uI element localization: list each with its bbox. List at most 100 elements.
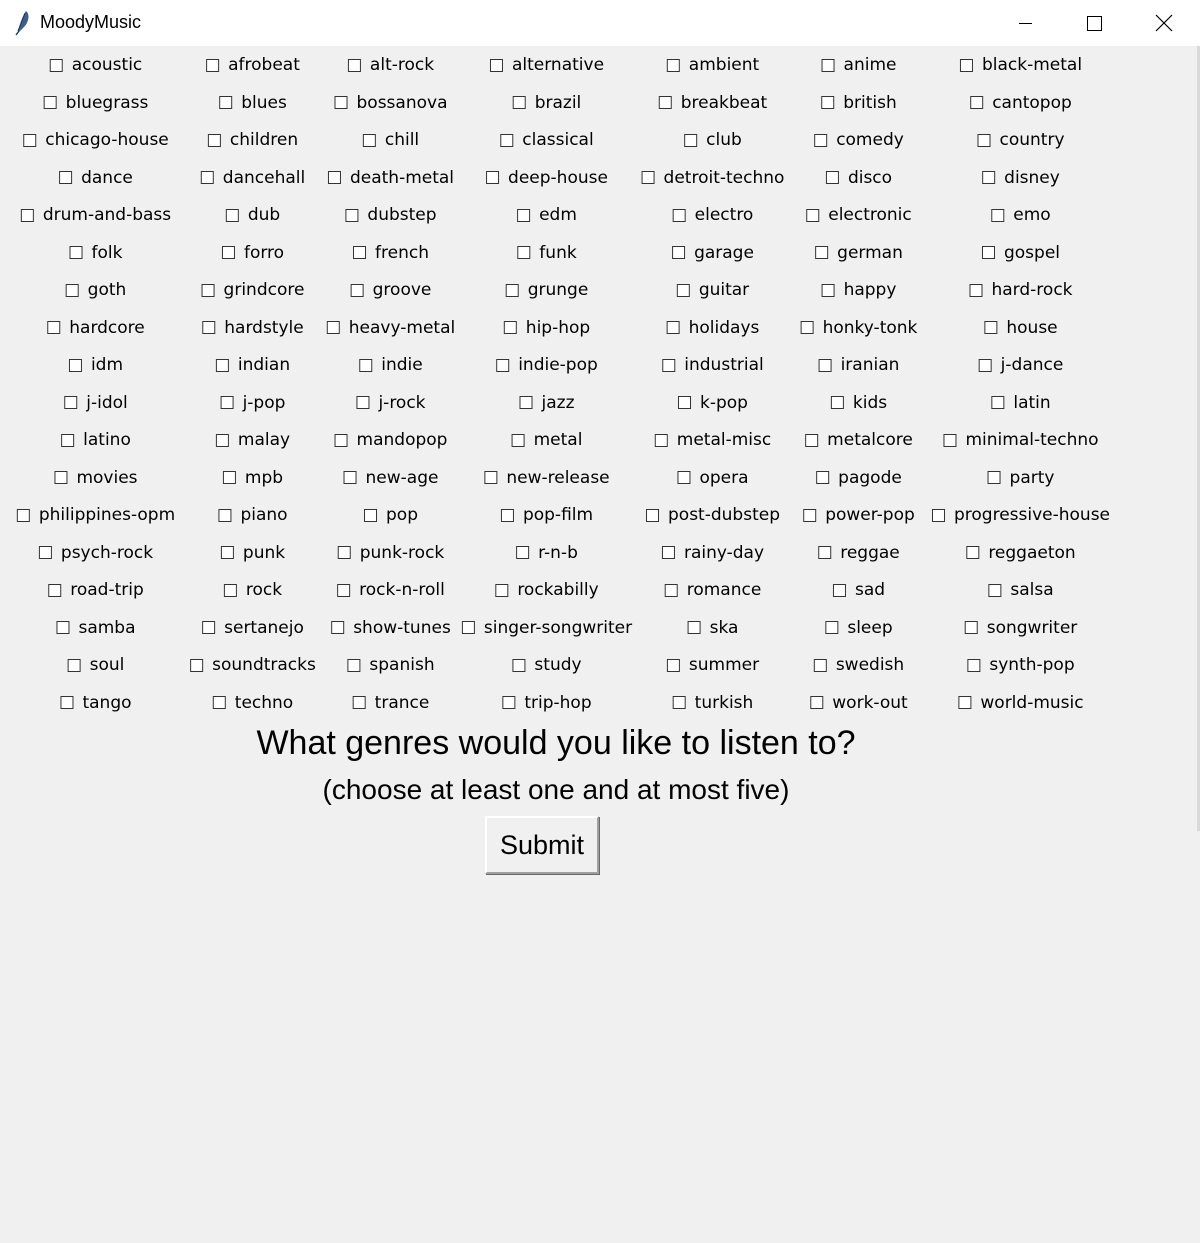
checkbox-box[interactable] [200, 171, 214, 184]
checkbox-box[interactable] [981, 246, 995, 259]
genre-checkbox-pop[interactable]: pop [364, 503, 418, 527]
genre-checkbox-acoustic[interactable]: acoustic [49, 53, 142, 77]
genre-checkbox-latin[interactable]: latin [991, 391, 1051, 415]
checkbox-box[interactable] [943, 433, 957, 447]
genre-checkbox-hip-hop[interactable]: hip-hop [503, 316, 590, 340]
genre-checkbox-metal-misc[interactable]: metal-misc [654, 428, 771, 452]
genre-checkbox-summer[interactable]: summer [666, 653, 759, 677]
checkbox-box[interactable] [489, 58, 503, 72]
genre-checkbox-grunge[interactable]: grunge [505, 278, 588, 302]
genre-checkbox-dance[interactable]: dance [59, 166, 133, 190]
checkbox-box[interactable] [959, 58, 973, 72]
checkbox-box[interactable] [958, 696, 972, 709]
genre-checkbox-gospel[interactable]: gospel [981, 241, 1060, 265]
genre-checkbox-trip-hop[interactable]: trip-hop [502, 691, 592, 715]
genre-checkbox-turkish[interactable]: turkish [672, 691, 753, 715]
genre-checkbox-trance[interactable]: trance [352, 691, 429, 715]
genre-checkbox-mandopop[interactable]: mandopop [334, 428, 447, 452]
checkbox-box[interactable] [821, 58, 835, 72]
genre-checkbox-opera[interactable]: opera [677, 466, 749, 490]
checkbox-box[interactable] [201, 283, 215, 297]
checkbox-box[interactable] [38, 546, 52, 559]
checkbox-box[interactable] [334, 96, 348, 109]
checkbox-box[interactable] [334, 433, 348, 447]
checkbox-box[interactable] [218, 508, 232, 522]
genre-checkbox-singer-songwriter[interactable]: singer-songwriter [461, 616, 632, 640]
genre-checkbox-dubstep[interactable]: dubstep [345, 203, 437, 227]
genre-checkbox-punk-rock[interactable]: punk-rock [337, 541, 444, 565]
checkbox-box[interactable] [212, 696, 226, 709]
checkbox-box[interactable] [352, 696, 366, 709]
checkbox-box[interactable] [68, 358, 82, 372]
checkbox-box[interactable] [500, 508, 514, 522]
checkbox-box[interactable] [225, 208, 239, 222]
genre-checkbox-r-n-b[interactable]: r-n-b [516, 541, 578, 565]
genre-checkbox-afrobeat[interactable]: afrobeat [206, 53, 300, 77]
genre-checkbox-heavy-metal[interactable]: heavy-metal [326, 316, 455, 340]
checkbox-box[interactable] [353, 246, 367, 259]
genre-checkbox-industrial[interactable]: industrial [662, 353, 764, 377]
checkbox-box[interactable] [48, 583, 62, 597]
checkbox-box[interactable] [61, 433, 75, 447]
checkbox-box[interactable] [67, 658, 81, 672]
checkbox-box[interactable] [810, 696, 824, 709]
genre-checkbox-dub[interactable]: dub [225, 203, 280, 227]
genre-checkbox-classical[interactable]: classical [500, 128, 594, 152]
genre-checkbox-songwriter[interactable]: songwriter [964, 616, 1077, 640]
checkbox-box[interactable] [825, 171, 839, 184]
genre-checkbox-sleep[interactable]: sleep [825, 616, 893, 640]
genre-checkbox-death-metal[interactable]: death-metal [327, 166, 454, 190]
genre-checkbox-mpb[interactable]: mpb [222, 466, 283, 490]
genre-checkbox-salsa[interactable]: salsa [988, 578, 1054, 602]
genre-checkbox-german[interactable]: german [815, 241, 903, 265]
checkbox-box[interactable] [337, 583, 351, 597]
checkbox-box[interactable] [666, 658, 680, 672]
checkbox-box[interactable] [661, 546, 675, 559]
checkbox-box[interactable] [977, 133, 991, 147]
genre-checkbox-brazil[interactable]: brazil [512, 91, 581, 115]
genre-checkbox-post-dubstep[interactable]: post-dubstep [646, 503, 780, 527]
genre-checkbox-reggae[interactable]: reggae [818, 541, 900, 565]
checkbox-box[interactable] [832, 583, 846, 597]
close-button[interactable] [1129, 0, 1199, 46]
checkbox-box[interactable] [343, 471, 357, 484]
checkbox-box[interactable] [931, 508, 945, 522]
checkbox-box[interactable] [512, 658, 526, 672]
genre-checkbox-hard-rock[interactable]: hard-rock [969, 278, 1073, 302]
checkbox-box[interactable] [672, 208, 686, 222]
genre-checkbox-psych-rock[interactable]: psych-rock [38, 541, 153, 565]
genre-checkbox-study[interactable]: study [512, 653, 582, 677]
genre-checkbox-jazz[interactable]: jazz [519, 391, 575, 415]
checkbox-box[interactable] [805, 433, 819, 447]
checkbox-box[interactable] [672, 696, 686, 709]
genre-checkbox-grindcore[interactable]: grindcore [201, 278, 304, 302]
checkbox-box[interactable] [219, 96, 233, 109]
genre-checkbox-latino[interactable]: latino [61, 428, 131, 452]
genre-checkbox-alt-rock[interactable]: alt-rock [347, 53, 434, 77]
genre-checkbox-rockabilly[interactable]: rockabilly [495, 578, 599, 602]
genre-checkbox-country[interactable]: country [977, 128, 1065, 152]
checkbox-box[interactable] [821, 96, 835, 109]
genre-checkbox-j-dance[interactable]: j-dance [978, 353, 1063, 377]
checkbox-box[interactable] [327, 171, 341, 184]
checkbox-box[interactable] [364, 508, 378, 522]
checkbox-box[interactable] [215, 433, 229, 447]
checkbox-box[interactable] [222, 471, 236, 484]
checkbox-box[interactable] [964, 621, 978, 634]
checkbox-box[interactable] [982, 171, 996, 184]
genre-checkbox-road-trip[interactable]: road-trip [48, 578, 144, 602]
checkbox-box[interactable] [362, 133, 376, 147]
genre-checkbox-sertanejo[interactable]: sertanejo [202, 616, 304, 640]
genre-checkbox-philippines-opm[interactable]: philippines-opm [16, 503, 175, 527]
genre-checkbox-chicago-house[interactable]: chicago-house [23, 128, 169, 152]
genre-checkbox-j-pop[interactable]: j-pop [220, 391, 285, 415]
title-bar[interactable]: MoodyMusic [0, 0, 1200, 46]
checkbox-box[interactable] [486, 171, 500, 184]
checkbox-box[interactable] [818, 546, 832, 559]
genre-checkbox-disney[interactable]: disney [982, 166, 1060, 190]
minimize-button[interactable] [990, 0, 1060, 46]
genre-checkbox-house[interactable]: house [984, 316, 1058, 340]
checkbox-box[interactable] [60, 696, 74, 709]
genre-checkbox-dancehall[interactable]: dancehall [200, 166, 305, 190]
checkbox-box[interactable] [223, 583, 237, 597]
